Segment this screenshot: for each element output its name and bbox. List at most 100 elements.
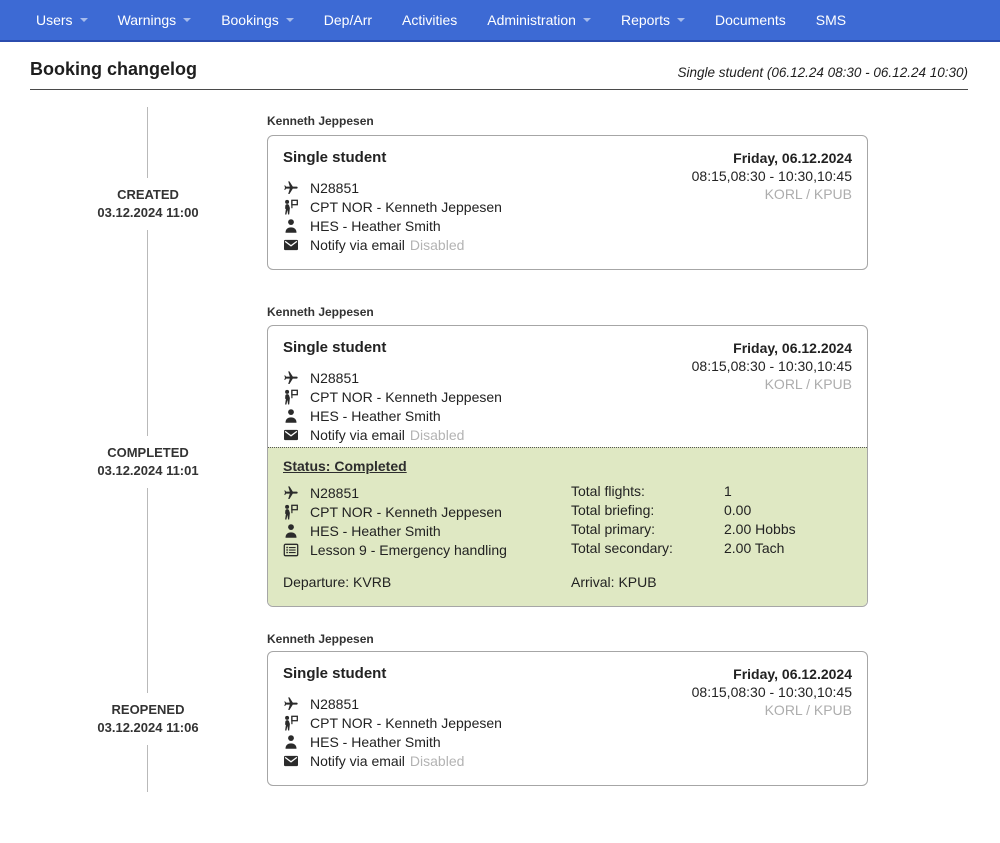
nav-item-label: Administration: [487, 12, 576, 28]
notify-value: Disabled: [410, 427, 464, 443]
total-value: 0.00: [724, 502, 751, 521]
nav-item-documents[interactable]: Documents: [700, 0, 801, 40]
main-nav: Users Warnings Bookings Dep/Arr Activiti…: [0, 0, 1000, 42]
timeline-timestamp: 03.12.2024 11:01: [58, 462, 238, 480]
booking-date: Friday, 06.12.2024: [692, 149, 852, 167]
completion-summary: Status: Completed N28851 CPT NOR - Kenne…: [268, 447, 867, 606]
chevron-down-icon: [677, 18, 685, 22]
total-label: Total secondary:: [571, 540, 724, 559]
nav-item-label: Warnings: [118, 12, 177, 28]
chevron-down-icon: [286, 18, 294, 22]
email-icon: [283, 427, 299, 443]
nav-item-warnings[interactable]: Warnings: [103, 0, 207, 40]
chevron-down-icon: [583, 18, 591, 22]
aircraft-row: N28851: [283, 483, 571, 502]
total-row: Total flights:1: [571, 483, 852, 502]
notify-row: Notify via email Disabled: [283, 235, 852, 254]
nav-item-reports[interactable]: Reports: [606, 0, 700, 40]
completion-grid: N28851 CPT NOR - Kenneth Jeppesen HES - …: [283, 483, 852, 559]
nav-item-label: Activities: [402, 12, 457, 28]
student-label: HES - Heather Smith: [310, 523, 441, 539]
chevron-down-icon: [80, 18, 88, 22]
student-icon: [283, 734, 299, 750]
nav-item-bookings[interactable]: Bookings: [206, 0, 309, 40]
completion-totals: Total flights:1 Total briefing:0.00 Tota…: [571, 483, 852, 559]
total-label: Total flights:: [571, 483, 724, 502]
timeline-timestamp: 03.12.2024 11:00: [58, 204, 238, 222]
aircraft-label: N28851: [310, 180, 359, 196]
total-row: Total briefing:0.00: [571, 502, 852, 521]
booking-card-created: Single student Friday, 06.12.2024 08:15,…: [267, 135, 868, 270]
booking-card-reopened: Single student Friday, 06.12.2024 08:15,…: [267, 651, 868, 786]
email-icon: [283, 753, 299, 769]
changelog-page: Booking changelog Single student (06.12.…: [0, 42, 1000, 843]
nav-item-label: SMS: [816, 12, 846, 28]
booking-details: Single student Friday, 06.12.2024 08:15,…: [268, 136, 867, 269]
instructor-row: CPT NOR - Kenneth Jeppesen: [283, 502, 571, 521]
instructor-icon: [283, 199, 299, 215]
student-label: HES - Heather Smith: [310, 218, 441, 234]
instructor-label: CPT NOR - Kenneth Jeppesen: [310, 504, 502, 520]
instructor-label: CPT NOR - Kenneth Jeppesen: [310, 715, 502, 731]
completion-resources: N28851 CPT NOR - Kenneth Jeppesen HES - …: [283, 483, 571, 559]
notify-value: Disabled: [410, 237, 464, 253]
booking-date: Friday, 06.12.2024: [692, 339, 852, 357]
booking-times: 08:15,08:30 - 10:30,10:45: [692, 357, 852, 375]
timeline-status: REOPENED: [58, 701, 238, 719]
instructor-label: CPT NOR - Kenneth Jeppesen: [310, 389, 502, 405]
total-label: Total briefing:: [571, 502, 724, 521]
total-value: 1: [724, 483, 732, 502]
nav-item-administration[interactable]: Administration: [472, 0, 606, 40]
student-row: HES - Heather Smith: [283, 216, 852, 235]
notify-row: Notify via emailDisabled: [283, 425, 852, 444]
page-header: Booking changelog Single student (06.12.…: [30, 46, 968, 90]
nav-item-label: Bookings: [221, 12, 279, 28]
page-title: Booking changelog: [30, 59, 197, 80]
nav-item-label: Dep/Arr: [324, 12, 372, 28]
aircraft-icon: [283, 696, 299, 712]
email-icon: [283, 237, 299, 253]
total-label: Total primary:: [571, 521, 724, 540]
booking-card-completed: Single student Friday, 06.12.2024 08:15,…: [267, 325, 868, 607]
aircraft-icon: [283, 370, 299, 386]
booking-details: Single student Friday, 06.12.2024 08:15,…: [268, 326, 867, 447]
student-icon: [283, 408, 299, 424]
booking-schedule: Friday, 06.12.2024 08:15,08:30 - 10:30,1…: [692, 339, 852, 393]
student-row: HES - Heather Smith: [283, 732, 852, 751]
instructor-icon: [283, 389, 299, 405]
nav-item-dep-arr[interactable]: Dep/Arr: [309, 0, 387, 40]
timeline-status: COMPLETED: [58, 444, 238, 462]
nav-item-sms[interactable]: SMS: [801, 0, 861, 40]
booking-schedule: Friday, 06.12.2024 08:15,08:30 - 10:30,1…: [692, 149, 852, 203]
chevron-down-icon: [183, 18, 191, 22]
booking-details: Single student Friday, 06.12.2024 08:15,…: [268, 652, 867, 785]
nav-item-users[interactable]: Users: [21, 0, 103, 40]
student-label: HES - Heather Smith: [310, 408, 441, 424]
student-icon: [283, 218, 299, 234]
total-value: 2.00 Tach: [724, 540, 784, 559]
lesson-row: Lesson 9 - Emergency handling: [283, 540, 571, 559]
lesson-icon: [283, 542, 299, 558]
aircraft-icon: [283, 180, 299, 196]
booking-airports: KORL / KPUB: [692, 701, 852, 719]
instructor-label: CPT NOR - Kenneth Jeppesen: [310, 199, 502, 215]
notify-label: Notify via email: [310, 237, 405, 253]
booking-context: Single student (06.12.24 08:30 - 06.12.2…: [678, 65, 968, 80]
booking-times: 08:15,08:30 - 10:30,10:45: [692, 167, 852, 185]
booking-schedule: Friday, 06.12.2024 08:15,08:30 - 10:30,1…: [692, 665, 852, 719]
nav-item-activities[interactable]: Activities: [387, 0, 472, 40]
timeline-timestamp: 03.12.2024 11:06: [58, 719, 238, 737]
total-row: Total primary:2.00 Hobbs: [571, 521, 852, 540]
entry-author: Kenneth Jeppesen: [267, 632, 374, 646]
booking-airports: KORL / KPUB: [692, 185, 852, 203]
notify-label: Notify via email: [310, 753, 405, 769]
timeline-status: CREATED: [58, 186, 238, 204]
nav-item-label: Documents: [715, 12, 786, 28]
total-value: 2.00 Hobbs: [724, 521, 796, 540]
nav-item-label: Reports: [621, 12, 670, 28]
booking-date: Friday, 06.12.2024: [692, 665, 852, 683]
arrival-label: Arrival: KPUB: [571, 574, 657, 590]
route-summary: Departure: KVRB Arrival: KPUB: [283, 574, 852, 590]
aircraft-label: N28851: [310, 696, 359, 712]
instructor-icon: [283, 715, 299, 731]
